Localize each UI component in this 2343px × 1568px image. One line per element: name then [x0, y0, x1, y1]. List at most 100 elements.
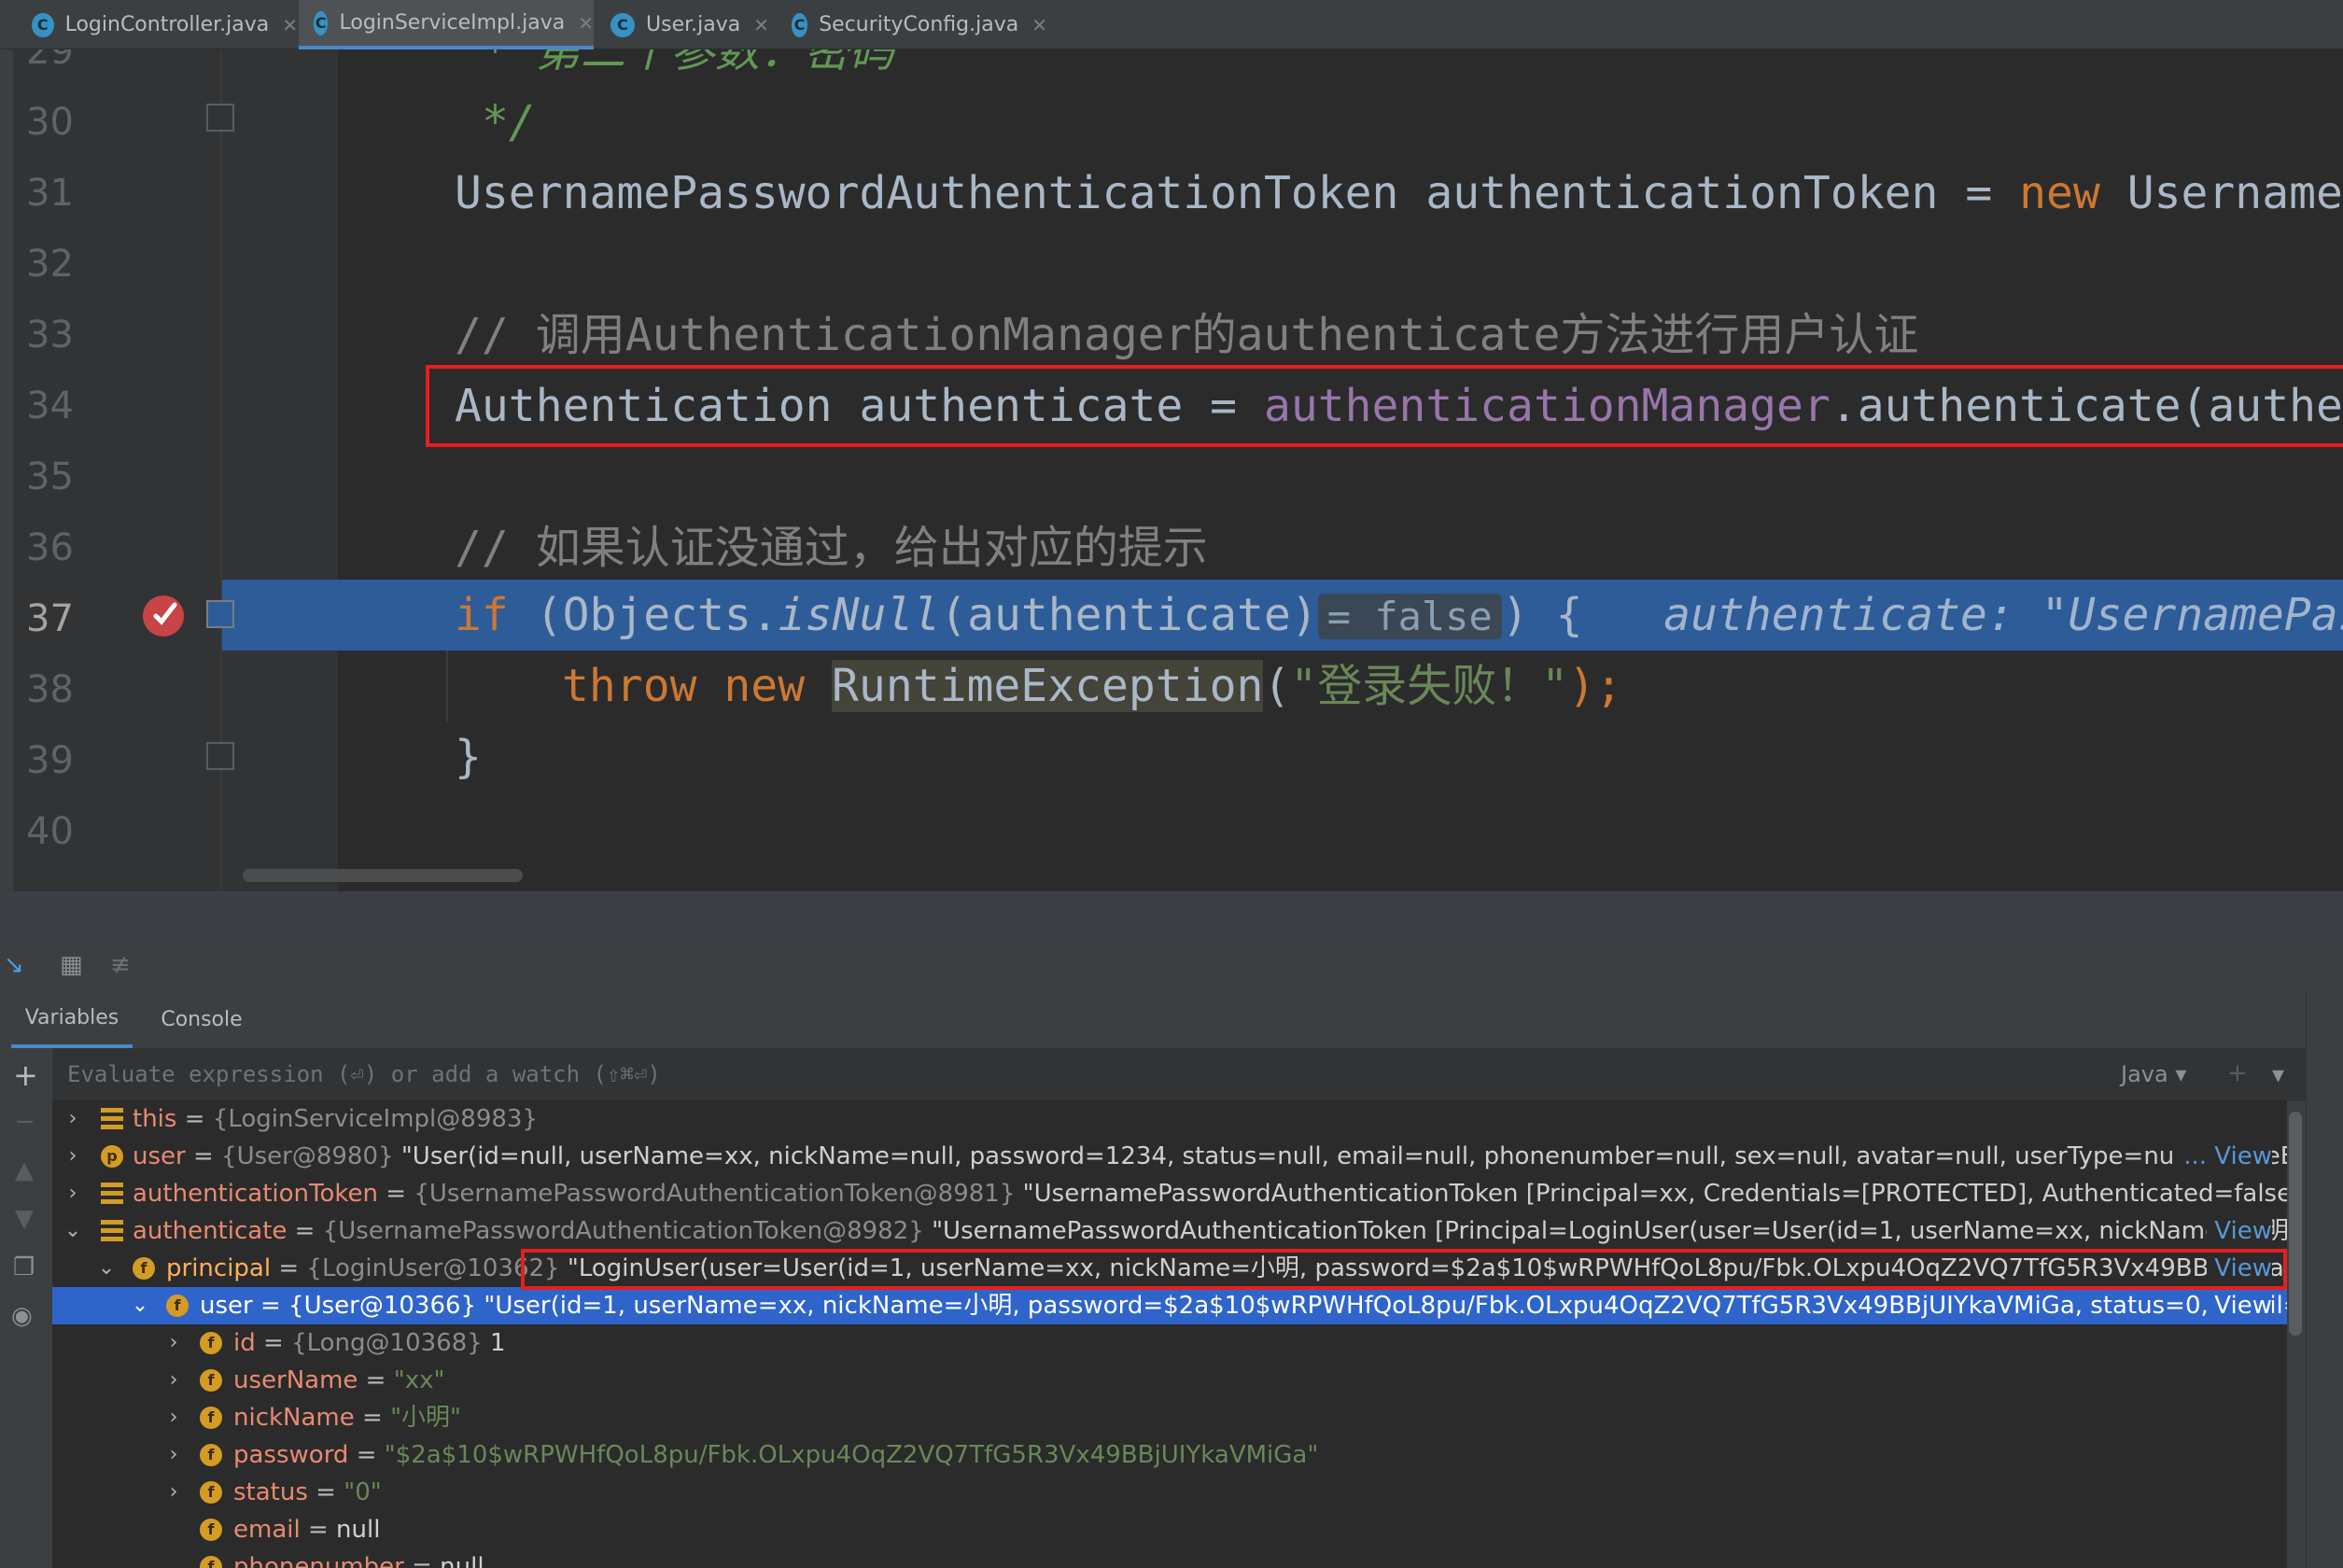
eye-icon[interactable]: ◉ [11, 1302, 33, 1330]
line-number: 31 [26, 172, 74, 215]
add-watch-icon[interactable]: + [13, 1057, 38, 1093]
expand-arrow-icon[interactable]: › [162, 1436, 185, 1474]
code-token-keyword: if [455, 589, 509, 641]
tree-row-this[interactable]: › this = {LoginServiceImpl@8983} [52, 1100, 2287, 1138]
tree-row-id[interactable]: › f id = {Long@10368} 1 [52, 1324, 2287, 1362]
tree-row-nick-name[interactable]: › f nickName = "小明" [52, 1399, 2287, 1436]
annotation-highlight-box [426, 365, 2343, 447]
tab-security-config[interactable]: C SecurityConfig.java ✕ [777, 0, 1047, 49]
variable-icon [101, 1183, 123, 1205]
tree-row-password[interactable]: › f password = "$2a$10$wRPWHfQoL8pu/Fbk.… [52, 1436, 2287, 1474]
code-line-36: // 如果认证没通过，给出对应的提示 [455, 522, 1208, 574]
expand-arrow-icon[interactable]: › [62, 1175, 84, 1212]
tab-variables[interactable]: Variables [11, 990, 133, 1048]
line-number: 34 [26, 385, 74, 427]
close-icon[interactable]: ✕ [282, 14, 298, 36]
tree-row-email[interactable]: f email = null [52, 1511, 2287, 1548]
tree-row-principal-user[interactable]: ⌄ f user = {User@10366} "User(id=1, user… [52, 1287, 2287, 1324]
tab-label: User.java [646, 13, 741, 36]
code-token-keyword: new [2019, 167, 2100, 219]
chevron-down-icon[interactable]: ▾ [2272, 1061, 2284, 1089]
code-token-keyword: new [723, 660, 806, 712]
code-line-30: */ [482, 96, 536, 148]
java-class-icon: C [314, 10, 329, 35]
close-icon[interactable]: ✕ [753, 14, 769, 36]
field-icon: f [200, 1481, 222, 1504]
field-icon: f [166, 1295, 189, 1317]
code-line-31: UsernamePasswordAuthenticationToken auth… [455, 158, 2343, 229]
tab-login-controller[interactable]: C LoginController.java ✕ [13, 0, 298, 49]
remove-watch-icon[interactable]: − [15, 1108, 35, 1136]
expand-arrow-icon[interactable]: › [162, 1362, 185, 1399]
table-view-icon[interactable]: ▦ [60, 951, 83, 979]
left-tool-strip [0, 49, 13, 891]
tab-console[interactable]: Console [146, 990, 258, 1048]
fold-marker-icon[interactable] [206, 600, 234, 628]
collapse-arrow-icon[interactable]: ⌄ [129, 1287, 151, 1324]
tree-row-phonenumber[interactable]: f phonenumber = null [52, 1548, 2287, 1568]
tree-row-authenticate[interactable]: ⌄ authenticate = {UsernamePasswordAuthen… [52, 1212, 2287, 1250]
fold-marker-icon[interactable] [206, 742, 234, 770]
line-number: 29 [26, 49, 74, 73]
indent-guide [446, 651, 448, 721]
field-icon: f [200, 1407, 222, 1429]
horizontal-scrollbar[interactable] [243, 869, 523, 882]
vertical-scrollbar[interactable] [2289, 1112, 2302, 1336]
expand-arrow-icon[interactable]: › [162, 1324, 185, 1362]
step-into-icon[interactable]: ↘ [4, 951, 24, 979]
view-link[interactable]: View [2207, 1212, 2272, 1250]
var-type: {Long@10368} [291, 1329, 483, 1357]
inline-value-hint: = false [1317, 594, 1502, 639]
expand-arrow-icon[interactable]: › [162, 1474, 185, 1511]
line-number-current: 37 [26, 597, 74, 640]
debug-toolbar: ↘ ▦ ≢ [0, 944, 2343, 991]
tree-row-status[interactable]: › f status = "0" [52, 1474, 2287, 1511]
code-token-string: "登录失败！" [1290, 660, 1569, 712]
expand-arrow-icon[interactable]: › [162, 1399, 185, 1436]
evaluate-expression-bar[interactable]: Evaluate expression (⏎) or add a watch (… [52, 1048, 2306, 1101]
code-editor[interactable]: 29 30 31 32 33 34 35 36 37 38 39 40 * 第二… [0, 49, 2343, 891]
var-name: phonenumber [233, 1553, 404, 1568]
collapse-arrow-icon[interactable]: ⌄ [95, 1250, 118, 1287]
tab-label: SecurityConfig.java [819, 13, 1019, 36]
variables-tree[interactable]: › this = {LoginServiceImpl@8983} › p use… [52, 1100, 2287, 1568]
var-type: {UsernamePasswordAuthenticationToken@898… [414, 1180, 1016, 1208]
right-side-panel [2306, 990, 2343, 1568]
variables-side-toolbar: + − ▲ ▼ ❐ ◉ [0, 1048, 53, 1568]
debug-tabs: Variables Console [0, 990, 2306, 1049]
line-number: 40 [26, 810, 74, 853]
copy-icon[interactable]: ❐ [13, 1253, 35, 1281]
add-watch-small-icon[interactable]: + [2227, 1059, 2248, 1087]
code-token-method: isNull [778, 589, 941, 641]
tab-user[interactable]: C User.java ✕ [596, 0, 775, 49]
language-selector[interactable]: Java ▾ [2121, 1048, 2186, 1100]
editor-tab-bar: C LoginController.java ✕ C LoginServiceI… [0, 0, 2343, 49]
line-number: 36 [26, 526, 74, 569]
tree-row-authentication-token[interactable]: › authenticationToken = {UsernamePasswor… [52, 1175, 2287, 1212]
move-up-icon[interactable]: ▲ [15, 1156, 34, 1184]
code-token: ) { [1501, 589, 1583, 641]
line-number: 39 [26, 739, 74, 782]
expand-arrow-icon[interactable]: › [62, 1138, 84, 1175]
var-value: "User(id=null, userName=xx, nickName=nul… [400, 1142, 2287, 1170]
evaluate-expression-input[interactable]: Evaluate expression (⏎) or add a watch (… [67, 1048, 661, 1100]
line-number: 35 [26, 455, 74, 498]
tree-row-user[interactable]: › p user = {User@8980} "User(id=null, us… [52, 1138, 2287, 1175]
view-link[interactable]: ... View [2176, 1138, 2272, 1175]
close-icon[interactable]: ✕ [1031, 14, 1047, 36]
close-icon[interactable]: ✕ [578, 12, 594, 35]
var-value: "0" [344, 1478, 382, 1506]
var-name: user [200, 1292, 253, 1320]
code-token-keyword: throw [562, 660, 697, 712]
var-name: id [233, 1329, 256, 1357]
settings-lines-icon[interactable]: ≢ [110, 951, 131, 979]
tab-login-service-impl[interactable]: C LoginServiceImpl.java ✕ [299, 0, 594, 49]
tree-row-user-name[interactable]: › f userName = "xx" [52, 1362, 2287, 1399]
move-down-icon[interactable]: ▼ [15, 1205, 34, 1233]
breakpoint-icon[interactable] [143, 595, 184, 637]
expand-arrow-icon[interactable]: › [62, 1100, 84, 1138]
collapse-arrow-icon[interactable]: ⌄ [62, 1212, 84, 1250]
code-token: ( [1263, 660, 1291, 712]
fold-marker-icon[interactable] [206, 104, 234, 132]
view-link[interactable]: View [2207, 1287, 2272, 1324]
